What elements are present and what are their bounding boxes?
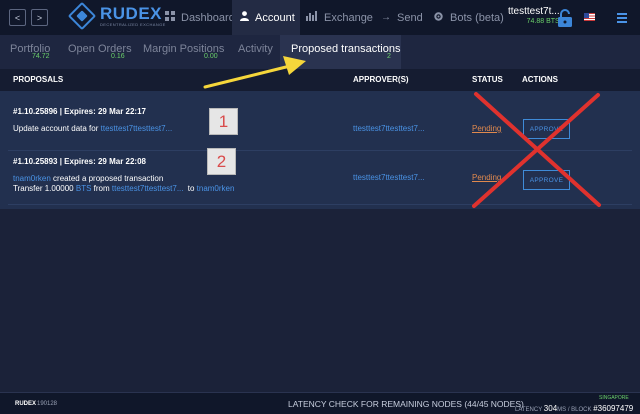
latency-value: 304 bbox=[543, 404, 558, 413]
tab-account[interactable]: Account bbox=[232, 0, 300, 35]
tab-exchange-label: Exchange bbox=[324, 11, 373, 24]
node-region: SINGAPORE bbox=[599, 395, 629, 401]
dashboard-icon bbox=[165, 11, 175, 24]
us-flag-icon[interactable] bbox=[584, 13, 595, 21]
chevron-right-icon: > bbox=[36, 12, 43, 23]
account-summary[interactable]: ttesttest7t... 74.88 BTS bbox=[508, 6, 560, 25]
approver-link[interactable]: ttesttest7ttesttest7... bbox=[353, 124, 425, 133]
transfer-amount: Transfer 1.00000 bbox=[13, 184, 74, 193]
status-pending[interactable]: Pending bbox=[472, 173, 501, 182]
subtab-margin-positions[interactable]: Margin Positions 0.00 bbox=[134, 35, 230, 69]
tab-dashboard[interactable]: Dashboard bbox=[159, 0, 241, 35]
to-account-link[interactable]: tnam0rken bbox=[197, 184, 235, 193]
tab-exchange[interactable]: Exchange bbox=[306, 0, 373, 35]
latency-label: LATENCY bbox=[515, 407, 543, 413]
subtab-open-orders[interactable]: Open Orders 0.16 bbox=[60, 35, 134, 69]
proposal-title: #1.10.25896 | Expires: 29 Mar 22:17 bbox=[13, 107, 146, 116]
tab-account-label: Account bbox=[255, 11, 295, 24]
send-icon: → bbox=[381, 12, 391, 23]
latency-readout: LATENCY 304MS / BLOCK #36097479 bbox=[515, 404, 633, 413]
bots-icon bbox=[433, 11, 444, 25]
tab-bots[interactable]: Bots (beta) bbox=[433, 0, 504, 35]
approve-button[interactable]: APPROVE bbox=[523, 170, 570, 190]
latency-check-status: LATENCY CHECK FOR REMAINING NODES (44/45… bbox=[288, 399, 524, 409]
status-footer: RUDEX 190128 LATENCY CHECK FOR REMAINING… bbox=[0, 392, 640, 414]
subtab-activity[interactable]: Activity bbox=[230, 35, 280, 69]
subtab-proposed-transactions-value: 2 bbox=[387, 53, 391, 60]
exchange-icon bbox=[306, 11, 318, 24]
annotation-number-badge: 2 bbox=[207, 148, 236, 175]
top-header: < > RUDEX DECENTRALIZED EXCHANGE Dashboa… bbox=[0, 0, 640, 35]
subtab-portfolio[interactable]: Portfolio 74.72 bbox=[0, 35, 60, 69]
table-row: #1.10.25893 | Expires: 29 Mar 22:08 tnam… bbox=[0, 148, 640, 209]
subtab-portfolio-value: 74.72 bbox=[32, 53, 50, 60]
header-proposals: PROPOSALS bbox=[13, 75, 64, 84]
account-link[interactable]: ttesttest7ttesttest7... bbox=[101, 124, 173, 133]
proposals-table-header: PROPOSALS APPROVER(S) STATUS ACTIONS bbox=[0, 69, 640, 91]
header-approvers: APPROVER(S) bbox=[353, 75, 409, 84]
subtab-open-orders-value: 0.16 bbox=[111, 53, 125, 60]
logo-name: RUDEX bbox=[100, 4, 163, 23]
asset-link[interactable]: BTS bbox=[76, 184, 92, 193]
subtab-margin-positions-value: 0.00 bbox=[204, 53, 218, 60]
back-button[interactable]: < bbox=[9, 9, 26, 26]
status-pending[interactable]: Pending bbox=[472, 124, 501, 133]
transfer-to-label: to bbox=[187, 184, 195, 193]
block-label: BLOCK bbox=[571, 407, 592, 413]
subtab-proposed-transactions[interactable]: Proposed transactions 2 bbox=[280, 35, 401, 69]
from-account-link[interactable]: ttesttest7ttesttest7... bbox=[112, 184, 184, 193]
rudex-logo[interactable]: RUDEX DECENTRALIZED EXCHANGE bbox=[67, 1, 166, 31]
proposal-description-text: Update account data for bbox=[13, 124, 99, 133]
proposal-description: Update account data for ttesttest7ttestt… bbox=[13, 124, 172, 133]
proposal-title: #1.10.25893 | Expires: 29 Mar 22:08 bbox=[13, 157, 146, 166]
transfer-from-label: from bbox=[93, 184, 110, 193]
account-balance: 74.88 BTS bbox=[526, 18, 560, 25]
block-number: #36097479 bbox=[593, 404, 634, 413]
subtab-proposed-transactions-label: Proposed transactions bbox=[291, 43, 401, 55]
lock-icon[interactable] bbox=[557, 9, 573, 27]
user-icon bbox=[240, 11, 249, 24]
rudex-logo-icon bbox=[67, 1, 97, 31]
proposal-transfer-line: Transfer 1.00000 BTS from ttesttest7ttes… bbox=[13, 184, 234, 193]
latency-unit: MS / bbox=[557, 407, 570, 413]
row-divider bbox=[8, 204, 632, 205]
hamburger-menu-icon[interactable] bbox=[617, 13, 627, 25]
table-row: #1.10.25896 | Expires: 29 Mar 22:17 Upda… bbox=[0, 91, 640, 150]
creator-text: created a proposed transaction bbox=[53, 174, 164, 183]
creator-link[interactable]: tnam0rken bbox=[13, 174, 51, 183]
proposals-table-body: #1.10.25896 | Expires: 29 Mar 22:17 Upda… bbox=[0, 91, 640, 209]
annotation-number-badge: 1 bbox=[209, 108, 238, 135]
header-actions: ACTIONS bbox=[522, 75, 558, 84]
footer-brand: RUDEX bbox=[15, 401, 37, 407]
approve-button[interactable]: APPROVE bbox=[523, 119, 570, 139]
tab-dashboard-label: Dashboard bbox=[181, 11, 235, 24]
account-name: ttesttest7t... bbox=[508, 6, 560, 17]
tab-send[interactable]: → Send bbox=[381, 0, 423, 35]
proposal-creator-line: tnam0rken created a proposed transaction bbox=[13, 174, 163, 183]
tab-send-label: Send bbox=[397, 11, 423, 24]
approver-link[interactable]: ttesttest7ttesttest7... bbox=[353, 173, 425, 182]
tab-bots-label: Bots (beta) bbox=[450, 11, 504, 24]
header-status: STATUS bbox=[472, 75, 503, 84]
subtab-activity-label: Activity bbox=[238, 43, 273, 55]
account-subtabs: Portfolio 74.72 Open Orders 0.16 Margin … bbox=[0, 35, 640, 69]
logo-subtitle: DECENTRALIZED EXCHANGE bbox=[100, 22, 166, 27]
footer-version: 190128 bbox=[37, 401, 58, 407]
forward-button[interactable]: > bbox=[31, 9, 48, 26]
chevron-left-icon: < bbox=[14, 12, 21, 23]
